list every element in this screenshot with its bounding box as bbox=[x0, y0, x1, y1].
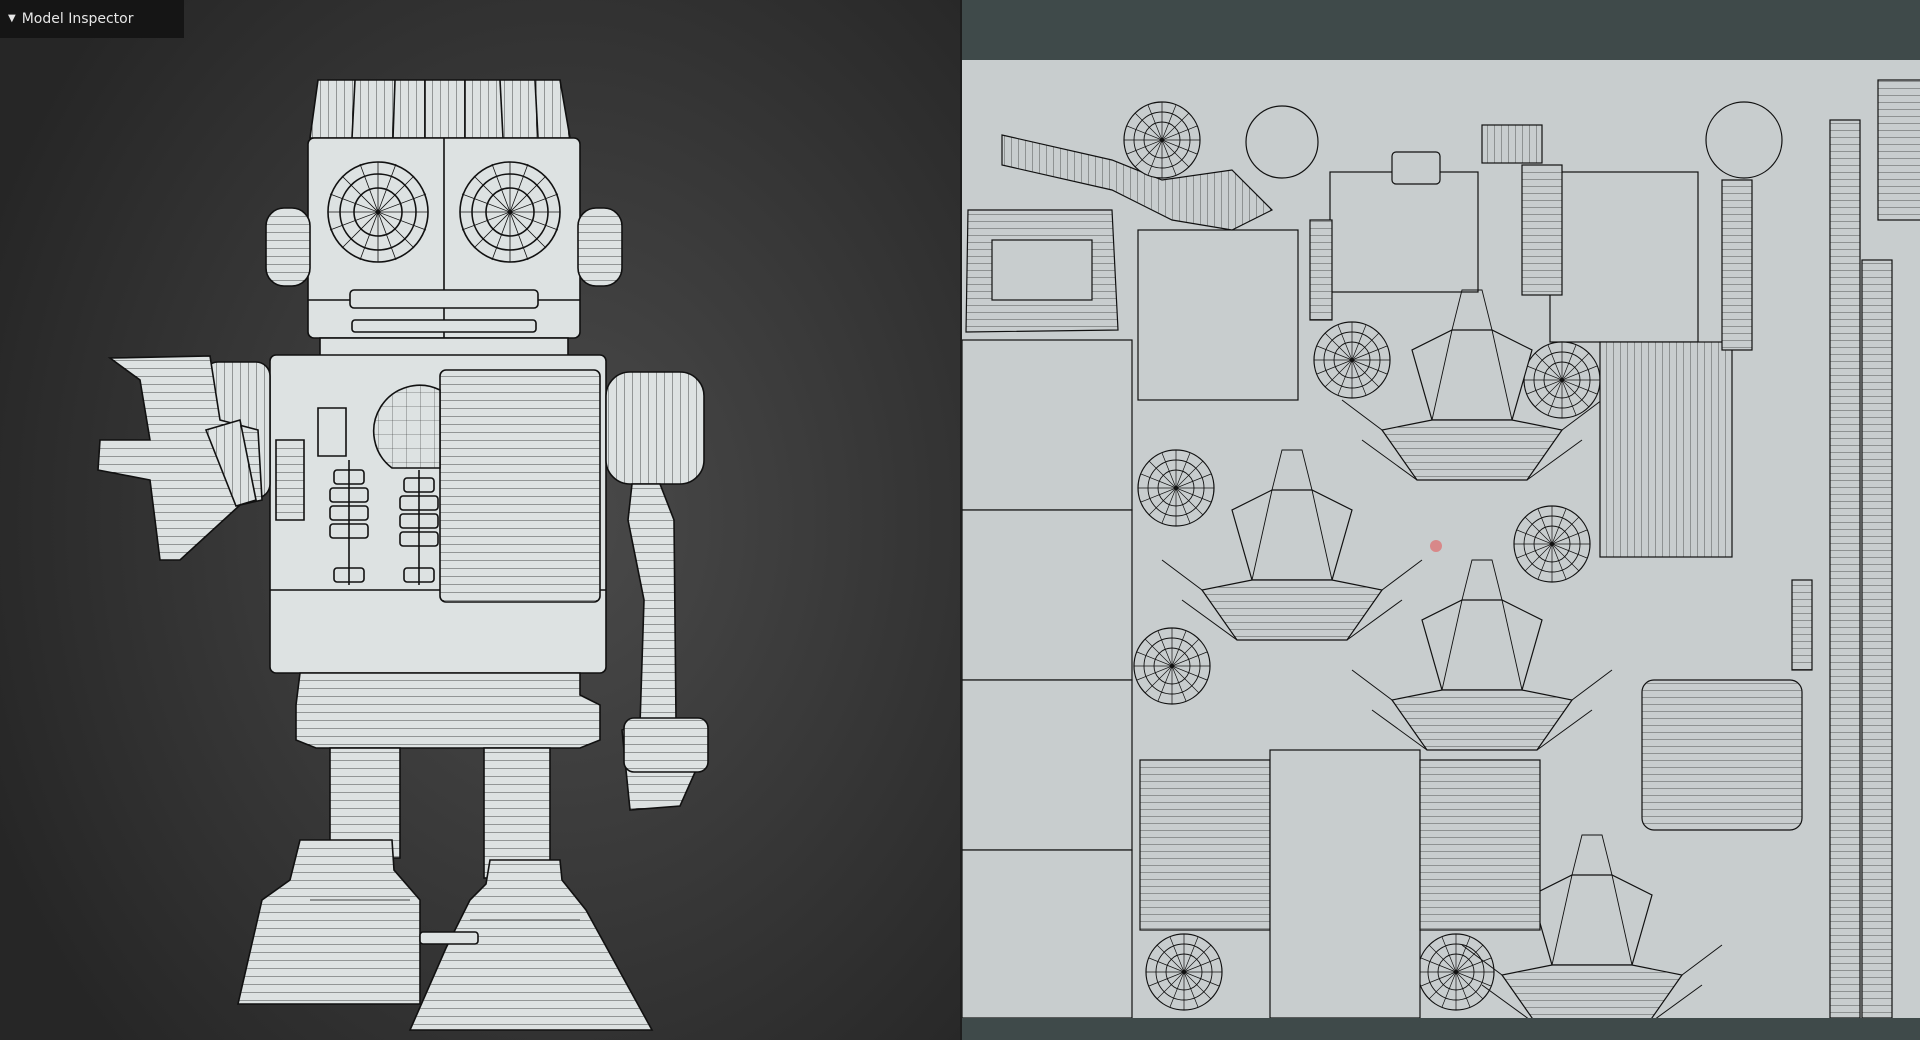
robot-foot-left bbox=[236, 839, 421, 1005]
triangle-down-icon: ▼ bbox=[8, 13, 16, 24]
model-inspector-app: ▼ Model Inspector bbox=[0, 0, 1920, 1040]
robot-foot-right bbox=[408, 859, 654, 1031]
robot-shoulder-right bbox=[605, 371, 705, 485]
robot-eye-left bbox=[327, 161, 429, 263]
robot-leg-right bbox=[483, 747, 551, 879]
uv-cursor-marker bbox=[1430, 540, 1442, 552]
robot-winding-key bbox=[419, 931, 479, 945]
robot-wireframe bbox=[97, 79, 709, 1031]
robot-crown bbox=[309, 79, 571, 139]
robot-chest-panel bbox=[439, 369, 601, 603]
uv-layout bbox=[962, 79, 1920, 1018]
robot-eye-right bbox=[459, 161, 561, 263]
uv-viewport[interactable] bbox=[962, 0, 1920, 1040]
robot-mouth bbox=[349, 289, 539, 309]
panel-title: Model Inspector bbox=[21, 11, 134, 27]
model-viewport[interactable]: ▼ Model Inspector bbox=[0, 0, 960, 1040]
robot-chest-gear-right bbox=[399, 470, 439, 585]
robot-hip bbox=[295, 672, 601, 749]
uv-canvas[interactable] bbox=[962, 60, 1920, 1018]
inspector-panel-toggle[interactable]: ▼ Model Inspector bbox=[0, 0, 184, 38]
